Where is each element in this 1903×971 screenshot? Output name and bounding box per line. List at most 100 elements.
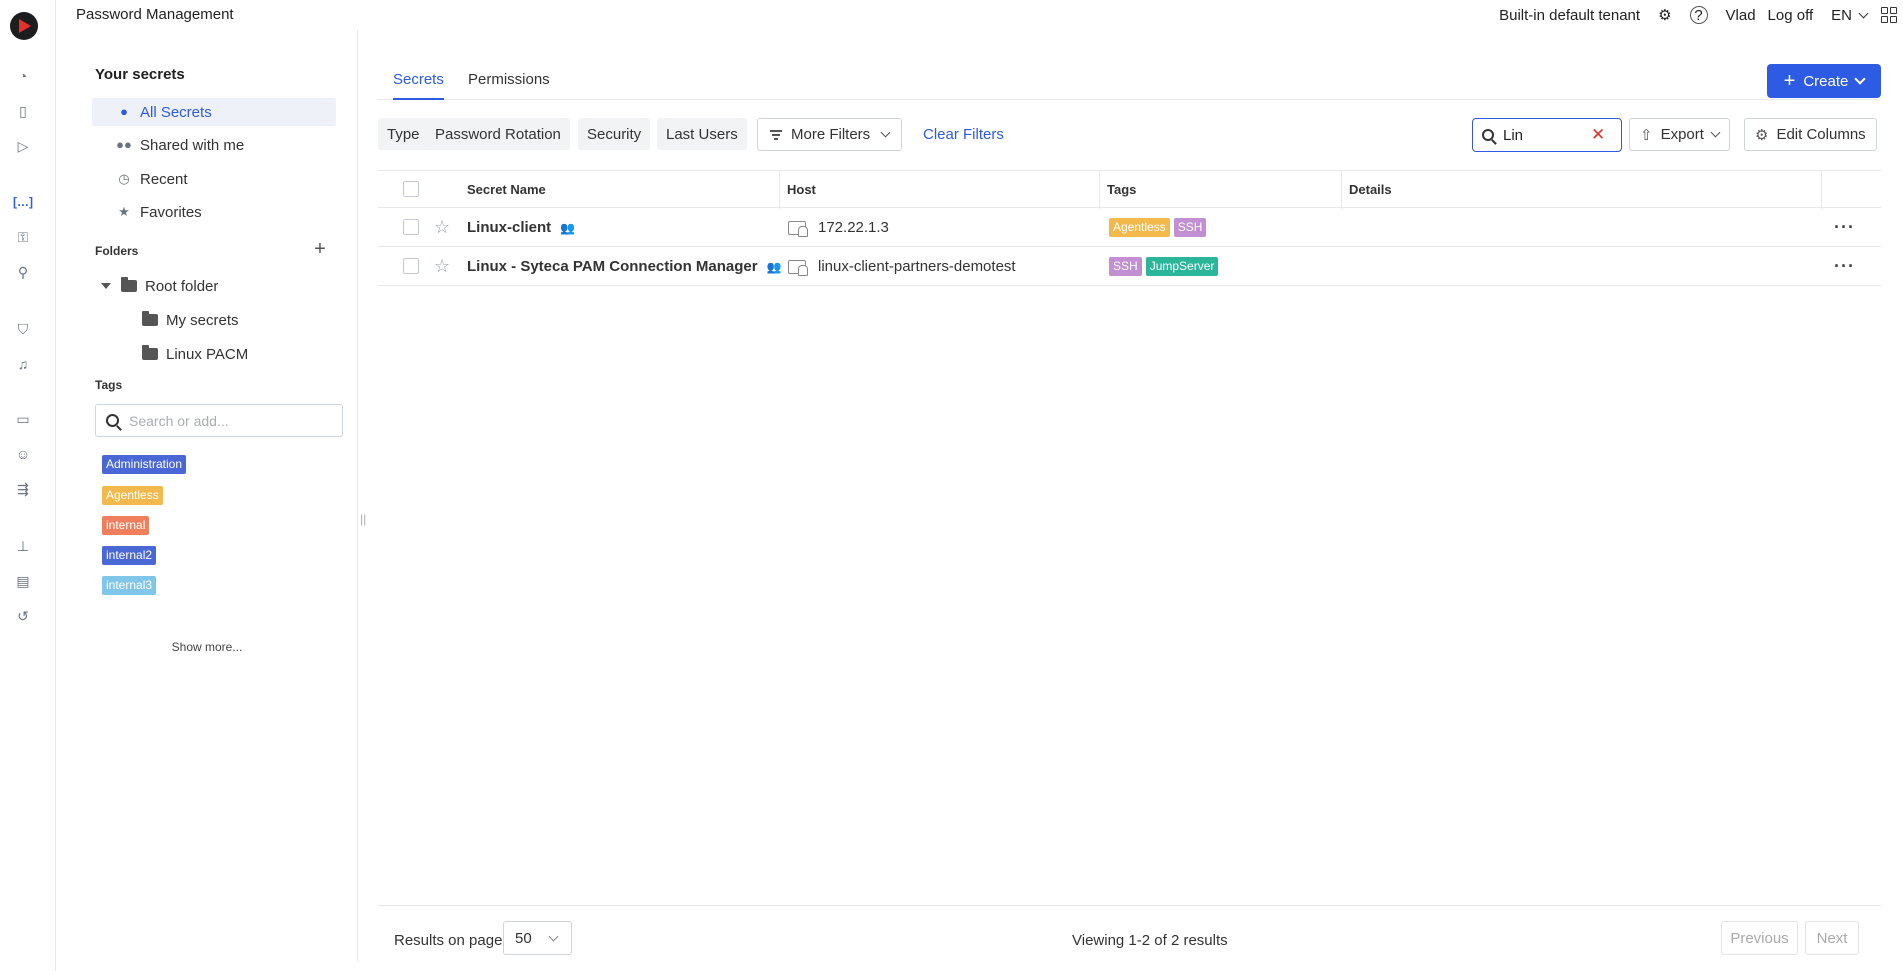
app-logo[interactable] xyxy=(10,12,38,40)
tag-ssh: SSH xyxy=(1109,257,1142,276)
tag-search-field[interactable] xyxy=(95,404,343,437)
play-icon[interactable]: ▷ xyxy=(13,136,33,156)
tab-secrets[interactable]: Secrets xyxy=(393,70,444,100)
language-label: EN xyxy=(1831,6,1852,24)
document-icon[interactable]: ▯ xyxy=(13,101,33,121)
row-checkbox[interactable] xyxy=(403,219,419,235)
show-more-tags-link[interactable]: Show more... xyxy=(56,640,358,654)
your-secrets-heading: Your secrets xyxy=(95,66,185,83)
more-filters-label: More Filters xyxy=(791,126,871,143)
export-button[interactable]: ⇧ Export xyxy=(1629,118,1730,151)
tag-internal3[interactable]: internal3 xyxy=(102,576,157,595)
resize-handle[interactable]: || xyxy=(360,512,366,526)
logoff-link[interactable]: Log off xyxy=(1768,7,1814,24)
tag-administration[interactable]: Administration xyxy=(102,455,187,474)
linux-host-icon xyxy=(788,220,808,237)
row-checkbox[interactable] xyxy=(403,258,419,274)
caret-down-icon[interactable] xyxy=(101,283,111,289)
pagination-footer: Results on page 50 Viewing 1-2 of 2 resu… xyxy=(378,905,1881,961)
tag-search-input[interactable] xyxy=(129,412,329,429)
secret-name-cell[interactable]: Linux - Syteca PAM Connection Manager 👥 xyxy=(467,258,782,275)
favorite-star-icon[interactable]: ☆ xyxy=(434,217,450,238)
table-row[interactable]: ☆ Linux-client 👥 172.22.1.3 Agentless SS… xyxy=(378,208,1881,247)
tags-cell: Agentless SSH xyxy=(1109,218,1210,237)
more-filters-button[interactable]: More Filters xyxy=(757,118,903,151)
history-icon[interactable]: ↺ xyxy=(13,606,33,626)
search-input[interactable] xyxy=(1503,126,1589,144)
edit-columns-button[interactable]: ⚙ Edit Columns xyxy=(1744,118,1877,151)
nav-favorites[interactable]: ★ Favorites xyxy=(92,198,336,226)
folder-linux-pacm[interactable]: Linux PACM xyxy=(142,342,248,366)
column-divider[interactable] xyxy=(1821,171,1822,209)
folder-root[interactable]: Root folder xyxy=(101,274,218,298)
tag-internal[interactable]: internal xyxy=(102,516,150,535)
filter-security[interactable]: Security xyxy=(578,118,651,150)
create-button[interactable]: + Create xyxy=(1767,64,1881,98)
nav-label: All Secrets xyxy=(140,103,212,121)
hierarchy-icon[interactable]: ⊥ xyxy=(13,536,33,556)
column-header-details[interactable]: Details xyxy=(1349,182,1392,197)
user-name[interactable]: Vlad xyxy=(1726,7,1756,24)
user-key-icon[interactable]: ⚲ xyxy=(13,262,33,282)
shield-icon[interactable]: ⛉ xyxy=(13,319,33,339)
row-actions-menu-icon[interactable]: ··· xyxy=(1834,256,1855,277)
host-value: linux-client-partners-demotest xyxy=(818,258,1016,275)
nav-label: Favorites xyxy=(140,203,202,221)
nav-shared-with-me[interactable]: ●● Shared with me xyxy=(92,131,336,159)
search-icon xyxy=(106,414,119,427)
page-size-select[interactable]: 50 xyxy=(503,921,572,955)
column-divider[interactable] xyxy=(779,171,780,209)
search-field[interactable]: ✕ xyxy=(1472,118,1622,152)
column-header-tags[interactable]: Tags xyxy=(1107,182,1136,197)
next-page-button[interactable]: Next xyxy=(1805,921,1859,955)
tag-agentless[interactable]: Agentless xyxy=(102,486,163,505)
filter-last-users[interactable]: Last Users xyxy=(657,118,747,150)
select-all-checkbox[interactable] xyxy=(403,181,419,197)
nav-all-secrets[interactable]: ● All Secrets xyxy=(92,98,336,126)
nav-recent[interactable]: ◷ Recent xyxy=(92,165,336,193)
create-label: Create xyxy=(1803,72,1849,90)
help-icon[interactable]: ? xyxy=(1689,6,1708,24)
filter-password-rotation[interactable]: Password Rotation xyxy=(426,118,570,150)
clear-search-icon[interactable]: ✕ xyxy=(1591,125,1605,145)
dashboard-icon[interactable]: ◔ xyxy=(13,66,33,86)
chevron-down-icon xyxy=(1854,73,1867,85)
page-size-value: 50 xyxy=(515,929,532,947)
key-icon[interactable]: ⚿ xyxy=(13,227,33,247)
upload-icon: ⇧ xyxy=(1640,126,1653,144)
person-icon[interactable]: ☺ xyxy=(13,444,33,464)
secret-name-cell[interactable]: Linux-client 👥 xyxy=(467,219,575,236)
folder-label: Linux PACM xyxy=(166,345,249,363)
clear-filters-link[interactable]: Clear Filters xyxy=(923,126,1004,143)
folder-my-secrets[interactable]: My secrets xyxy=(142,308,239,332)
column-header-secret-name[interactable]: Secret Name xyxy=(467,182,546,197)
tag-internal2[interactable]: internal2 xyxy=(102,546,157,565)
password-icon[interactable]: […] xyxy=(13,192,33,212)
tab-permissions[interactable]: Permissions xyxy=(468,70,550,100)
add-folder-button[interactable]: + xyxy=(310,238,330,261)
analytics-icon[interactable]: ▤ xyxy=(13,571,33,591)
nav-label: Shared with me xyxy=(140,136,245,154)
filter-type[interactable]: Type xyxy=(378,118,429,150)
settings-icon[interactable]: ⚙ xyxy=(1658,6,1671,24)
table-row[interactable]: ☆ Linux - Syteca PAM Connection Manager … xyxy=(378,247,1881,286)
column-divider[interactable] xyxy=(1341,171,1342,209)
column-header-host[interactable]: Host xyxy=(787,182,816,197)
apps-grid-icon[interactable] xyxy=(1881,7,1897,23)
star-icon: ★ xyxy=(118,204,130,219)
column-divider[interactable] xyxy=(1099,171,1100,209)
results-on-page-label: Results on page xyxy=(394,932,503,949)
language-selector[interactable]: EN xyxy=(1831,6,1869,24)
row-actions-menu-icon[interactable]: ··· xyxy=(1834,217,1855,238)
usb-icon[interactable]: ⇶ xyxy=(13,479,33,499)
export-label: Export xyxy=(1660,126,1704,143)
host-cell: 172.22.1.3 xyxy=(788,219,889,237)
favorite-star-icon[interactable]: ☆ xyxy=(434,256,450,277)
nav-label: Recent xyxy=(140,170,188,188)
bell-icon[interactable]: ♫ xyxy=(13,354,33,374)
app-rail: ◔ ▯ ▷ […] ⚿ ⚲ ⛉ ♫ ▭ ☺ ⇶ ⊥ ▤ ↺ xyxy=(0,0,56,971)
previous-page-button[interactable]: Previous xyxy=(1721,921,1798,955)
folders-heading: Folders xyxy=(95,244,139,258)
tenant-selector[interactable]: Built-in default tenant xyxy=(1499,7,1640,24)
monitor-icon[interactable]: ▭ xyxy=(13,409,33,429)
